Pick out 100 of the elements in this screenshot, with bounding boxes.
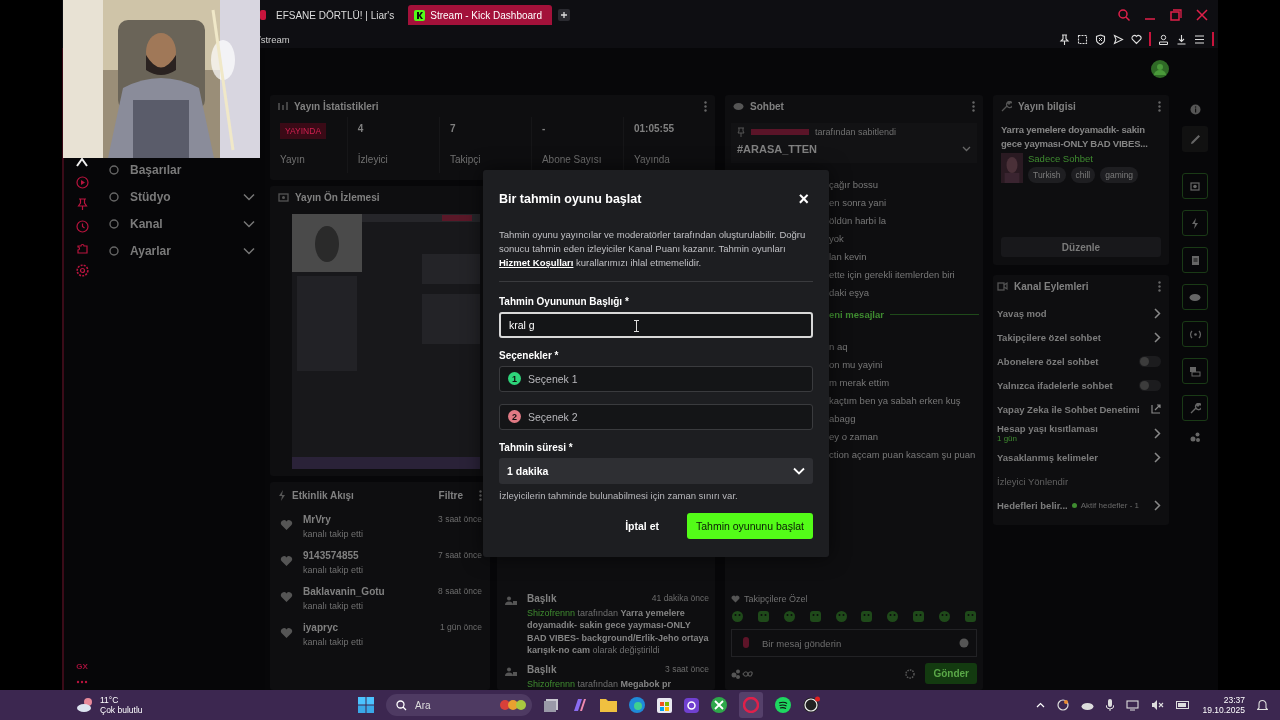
account-icon[interactable] [1158, 33, 1169, 45]
emote-icon[interactable] [834, 610, 848, 623]
emoji-icon[interactable] [959, 638, 969, 648]
chat-message: lan kevin [829, 251, 868, 262]
battery-icon[interactable] [1176, 701, 1191, 709]
tag[interactable]: chill [1070, 166, 1096, 183]
message-field[interactable]: Bir mesaj gönderin [731, 629, 977, 657]
title-field[interactable]: kral g [499, 312, 813, 339]
window-icon[interactable] [544, 698, 560, 712]
menu-icon[interactable] [1194, 33, 1205, 45]
clock-icon[interactable] [75, 220, 89, 233]
panel-button[interactable] [1182, 173, 1208, 199]
folder-icon[interactable] [600, 698, 617, 712]
submit-button[interactable]: Tahmin oyununu başlat [687, 513, 813, 540]
settings-icon[interactable] [905, 668, 916, 679]
recorder-icon[interactable] [803, 696, 821, 714]
duration-select[interactable]: 1 dakika [499, 458, 813, 485]
edge-icon[interactable] [629, 697, 645, 713]
copilot-icon[interactable] [572, 697, 588, 713]
toggle-switch[interactable] [1139, 355, 1161, 367]
settings-icon[interactable] [75, 264, 89, 277]
clock-date[interactable]: 19.10.2025 [1202, 705, 1245, 715]
emote-icon[interactable] [912, 610, 926, 623]
wrench-icon [1189, 402, 1201, 414]
download-icon[interactable] [1176, 33, 1187, 45]
emote-icon[interactable] [808, 610, 822, 623]
maximize-icon[interactable] [1170, 9, 1182, 21]
cloud-icon[interactable] [1081, 700, 1095, 710]
more-icon[interactable] [76, 680, 88, 684]
search-icon[interactable] [1118, 9, 1130, 21]
chat-message: m merak ettim [829, 377, 891, 388]
emote-icon[interactable] [731, 610, 744, 623]
send-button[interactable]: Gönder [925, 663, 977, 684]
more-icon[interactable] [704, 100, 707, 112]
nodes-icon[interactable] [1189, 432, 1201, 442]
close-button[interactable]: × [794, 190, 813, 208]
nav-item[interactable]: Ayarlar [108, 237, 255, 264]
tag[interactable]: Turkish [1028, 166, 1066, 183]
tag[interactable]: gaming [1100, 166, 1139, 183]
music-app-icon[interactable] [775, 697, 791, 713]
edit-button[interactable]: Düzenle [1001, 237, 1161, 257]
wrench-icon [1001, 100, 1012, 112]
new-tab-icon[interactable] [557, 9, 570, 21]
notification-icon[interactable] [1257, 699, 1268, 711]
chevron-icon[interactable] [962, 146, 971, 152]
info-icon[interactable] [1189, 104, 1201, 115]
send-icon[interactable] [1113, 33, 1124, 45]
play-icon[interactable] [75, 176, 89, 189]
panel-button[interactable] [1182, 321, 1208, 347]
category-link[interactable]: Sadece Sohbet [1028, 152, 1139, 164]
chevron-up-icon[interactable] [1036, 702, 1046, 708]
emote-icon[interactable] [963, 610, 977, 623]
panel-button[interactable] [1182, 210, 1208, 236]
panel-button[interactable] [1182, 395, 1208, 421]
toggle-switch[interactable] [1139, 379, 1161, 391]
terms-link[interactable]: Hizmet Koşulları [499, 256, 574, 268]
emote-icon[interactable] [860, 610, 874, 623]
shield-icon[interactable] [1095, 33, 1106, 45]
xbox-icon[interactable] [711, 697, 727, 713]
cancel-button[interactable]: İptal et [619, 513, 665, 540]
action-item[interactable]: Yapay Zeka ile Sohbet Denetimi [993, 397, 1169, 421]
panel-button[interactable] [1182, 358, 1208, 384]
taskbar-search[interactable]: Ara [386, 694, 532, 716]
edit-button[interactable] [1182, 126, 1208, 152]
emote-icon[interactable] [886, 610, 900, 623]
emote-icon[interactable] [938, 610, 951, 623]
nav-item[interactable]: Kanal [108, 210, 255, 237]
network-icon[interactable] [1126, 699, 1140, 711]
panel-button[interactable] [1182, 284, 1208, 310]
browser-tab[interactable]: Stream - Kick Dashboard [408, 5, 552, 25]
mute-icon[interactable] [1151, 700, 1165, 710]
close-icon[interactable] [1196, 9, 1208, 21]
nav-item[interactable]: Başarılar [108, 156, 255, 183]
action-item[interactable]: Yasaklanmış kelimeler [993, 445, 1169, 469]
filter-button[interactable]: Filtre [438, 489, 463, 501]
emote-icon[interactable] [756, 610, 770, 623]
nodes-icon[interactable] [731, 668, 753, 679]
heart-icon[interactable] [1131, 33, 1142, 45]
browser-app-icon[interactable] [739, 692, 763, 718]
emote-icon[interactable] [782, 610, 796, 623]
snapshot-icon[interactable] [1077, 33, 1088, 45]
more-icon[interactable] [972, 100, 975, 112]
user-avatar[interactable] [1151, 60, 1169, 78]
start-icon[interactable] [358, 697, 374, 713]
nav-item[interactable]: Stüdyo [108, 183, 255, 210]
more-icon[interactable] [1158, 100, 1161, 112]
more-icon[interactable] [1158, 280, 1161, 292]
stat-label: Yayın [280, 154, 306, 165]
store-icon[interactable] [657, 697, 672, 713]
action-item[interactable]: Yavaş mod [993, 301, 1169, 325]
action-item[interactable]: Takipçilere özel sohbet [993, 325, 1169, 349]
action-item[interactable]: Hesap yaşı kısıtlaması 1 gün [993, 421, 1169, 445]
panel-button[interactable] [1182, 247, 1208, 273]
browser-tab[interactable]: EFSANE DÖRTLÜ! | Liar's [272, 5, 403, 25]
microphone-icon[interactable] [1106, 699, 1115, 711]
clock-time[interactable]: 23:37 [1223, 695, 1245, 705]
puzzle-icon[interactable] [75, 242, 89, 255]
camera-app-icon[interactable] [684, 697, 699, 713]
action-item[interactable]: Hedefleri belir... Aktif hedefler - 1 [993, 493, 1169, 517]
tray-icon[interactable] [1057, 699, 1070, 711]
